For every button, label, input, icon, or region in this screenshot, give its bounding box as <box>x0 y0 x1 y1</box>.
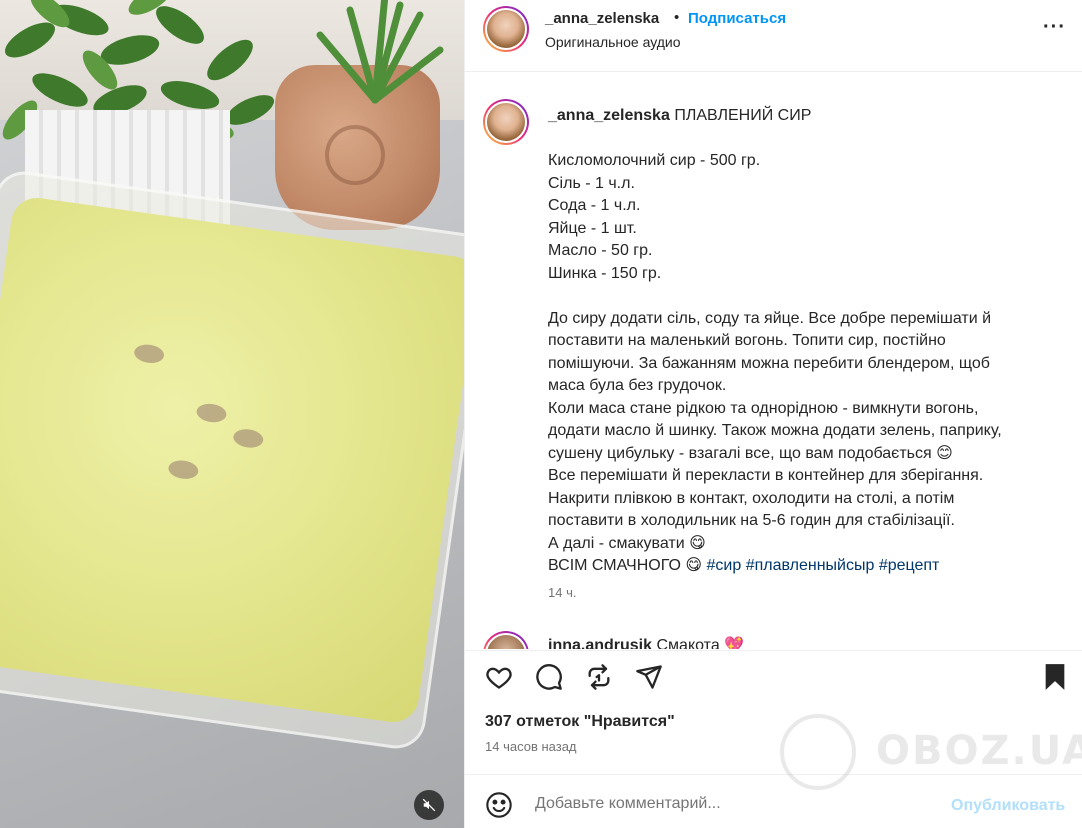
likes-count[interactable]: 307 отметок "Нравится" <box>485 713 675 731</box>
muted-speaker-icon <box>422 798 436 812</box>
more-options-icon[interactable]: ··· <box>1043 16 1066 39</box>
oboz-watermark: OBOZ.UA <box>780 712 1082 792</box>
ingredient-line: Сіль - 1 ч.л. <box>548 174 635 192</box>
succulent-image <box>316 0 444 104</box>
step-line: До сиру додати сіль, соду та яйце. Все д… <box>548 309 992 327</box>
commenter-username[interactable]: inna.andrusik <box>548 637 652 649</box>
repost-button[interactable] <box>583 661 615 693</box>
bookmark-filled-icon <box>1045 664 1065 690</box>
publish-button[interactable]: Опубликовать <box>951 797 1065 815</box>
watermark-text: OBOZ.UA <box>876 728 1082 774</box>
comment-input[interactable] <box>535 795 915 813</box>
step-line: Накрити плівкою в контакт, охолодити на … <box>548 489 955 507</box>
author-username[interactable]: _anna_zelenska <box>545 10 659 27</box>
melted-cheese-image <box>0 194 464 726</box>
hashtag-link[interactable]: #сир <box>707 557 742 574</box>
separator-dot: • <box>674 9 680 26</box>
step-line: сушену цибульку - взагалі все, що вам по… <box>548 444 953 462</box>
audio-label[interactable]: Оригинальное аудио <box>545 34 681 50</box>
step-line: Все перемішати й перекласти в контейнер … <box>548 467 984 484</box>
comment-item: inna.andrusik Смакота 💖 <box>548 635 744 649</box>
comment-bubble-icon <box>536 664 562 690</box>
ingredient-line: Масло - 50 гр. <box>548 242 653 259</box>
commenter-avatar[interactable] <box>483 631 529 649</box>
ingredient-line: Шинка - 150 гр. <box>548 264 662 282</box>
comments-scroll-area[interactable]: _anna_zelenska ПЛАВЛЕНИЙ СИР Кисломолочн… <box>465 73 1082 649</box>
caption-username[interactable]: _anna_zelenska <box>548 107 670 124</box>
step-line: помішуючи. За бажанням можна перебити бл… <box>548 354 990 372</box>
ingredient-line: Кисломолочний сир - 500 гр. <box>548 152 761 169</box>
caption-title: ПЛАВЛЕНИЙ СИР <box>674 107 812 124</box>
step-line: поставити в холодильник на 5-6 годин для… <box>548 512 955 529</box>
post-caption: _anna_zelenska ПЛАВЛЕНИЙ СИР Кисломолочн… <box>548 105 1048 578</box>
post-media[interactable] <box>0 0 464 828</box>
hashtag-link[interactable]: #плавленныйсыр <box>746 557 875 574</box>
step-line: Коли маса стане рідкою та однорідною - в… <box>548 399 979 417</box>
post-date[interactable]: 14 часов назад <box>485 739 577 754</box>
emoji-button[interactable] <box>485 791 513 819</box>
hashtag-link[interactable]: #рецепт <box>879 557 940 574</box>
mute-button[interactable] <box>414 790 444 820</box>
comment-body: Смакота 💖 <box>656 637 745 649</box>
globe-logo-icon <box>780 714 856 790</box>
step-line: поставити на маленький вогонь. Топити си… <box>548 332 946 349</box>
follow-button[interactable]: Подписаться <box>688 10 786 27</box>
step-line: А далі - смакувати 😋 <box>548 534 706 552</box>
share-button[interactable] <box>633 661 665 693</box>
caption-timestamp[interactable]: 14 ч. <box>548 585 576 600</box>
caption-author-avatar[interactable] <box>483 99 529 145</box>
repost-icon <box>588 664 610 690</box>
step-line: додати масло й шинку. Також можна додати… <box>548 422 1002 439</box>
like-button[interactable] <box>483 661 515 693</box>
post-details-panel: _anna_zelenska • Подписаться Оригинально… <box>464 0 1082 828</box>
paper-plane-icon <box>636 665 662 689</box>
smiley-icon <box>486 792 512 818</box>
save-button[interactable] <box>1039 661 1071 693</box>
final-line: ВСІМ СМАЧНОГО 😋 <box>548 557 703 574</box>
ingredient-line: Яйце - 1 шт. <box>548 219 637 237</box>
heart-icon <box>486 667 512 689</box>
comment-button[interactable] <box>533 661 565 693</box>
step-line: маса була без грудочок. <box>548 377 727 394</box>
post-header: _anna_zelenska • Подписаться Оригинально… <box>465 0 1082 72</box>
ingredient-line: Сода - 1 ч.л. <box>548 197 641 214</box>
author-avatar[interactable] <box>483 6 529 52</box>
